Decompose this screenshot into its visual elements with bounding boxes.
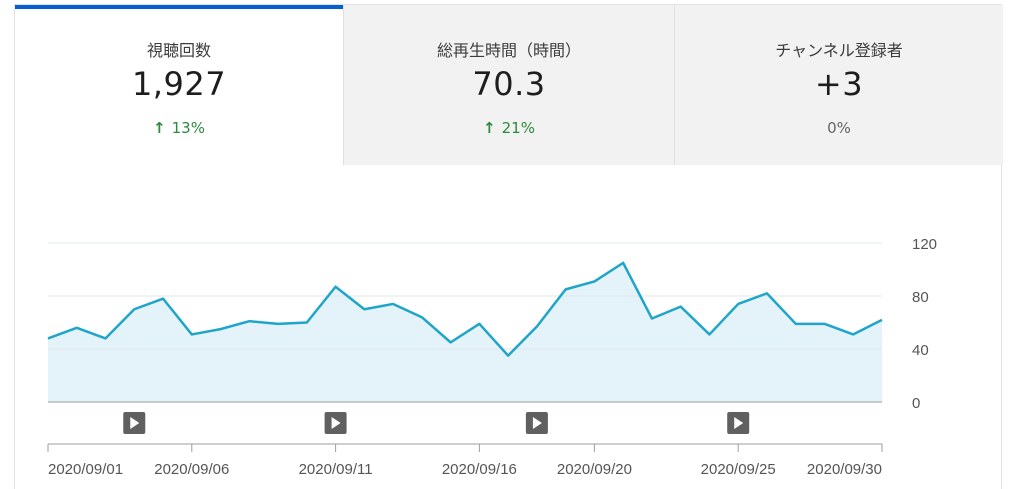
data-point[interactable]	[44, 334, 52, 342]
y-tick-label: 80	[912, 289, 929, 306]
data-point[interactable]	[102, 334, 110, 342]
x-tick-label: 2020/09/01	[48, 461, 123, 478]
data-point[interactable]	[504, 352, 512, 360]
x-tick-label: 2020/09/06	[154, 461, 229, 478]
data-point[interactable]	[820, 320, 828, 328]
data-point[interactable]	[274, 320, 282, 328]
x-tick-label: 2020/09/11	[299, 461, 373, 478]
data-point[interactable]	[332, 283, 340, 291]
data-point[interactable]	[475, 320, 483, 328]
data-point[interactable]	[619, 259, 627, 267]
views-line-chart: 0 40 80 120 2020/09/01 2020/09/06 2020/09/11 20…	[44, 236, 937, 478]
data-point[interactable]	[159, 295, 167, 303]
data-point[interactable]	[590, 277, 598, 285]
x-tick-label: 2020/09/30	[807, 461, 882, 478]
x-tick-label: 2020/09/20	[557, 461, 632, 478]
data-point[interactable]	[763, 289, 771, 297]
data-point[interactable]	[303, 319, 311, 327]
data-point[interactable]	[217, 325, 225, 333]
data-point[interactable]	[73, 324, 81, 332]
data-point[interactable]	[849, 330, 857, 338]
y-tick-label: 0	[912, 395, 920, 412]
data-point[interactable]	[389, 300, 397, 308]
data-point[interactable]	[562, 285, 570, 293]
data-point[interactable]	[648, 315, 656, 323]
data-point[interactable]	[245, 317, 253, 325]
data-point[interactable]	[188, 330, 196, 338]
y-tick-label: 120	[912, 236, 937, 253]
data-point[interactable]	[447, 338, 455, 346]
data-point[interactable]	[130, 305, 138, 313]
data-point[interactable]	[533, 322, 541, 330]
data-point[interactable]	[792, 320, 800, 328]
data-point[interactable]	[705, 330, 713, 338]
data-point[interactable]	[677, 303, 685, 311]
data-point[interactable]	[734, 300, 742, 308]
x-tick-label: 2020/09/25	[701, 461, 776, 478]
y-tick-label: 40	[912, 342, 929, 359]
data-point[interactable]	[360, 305, 368, 313]
data-point[interactable]	[878, 316, 886, 324]
x-tick-label: 2020/09/16	[442, 461, 517, 478]
data-point[interactable]	[418, 313, 426, 321]
